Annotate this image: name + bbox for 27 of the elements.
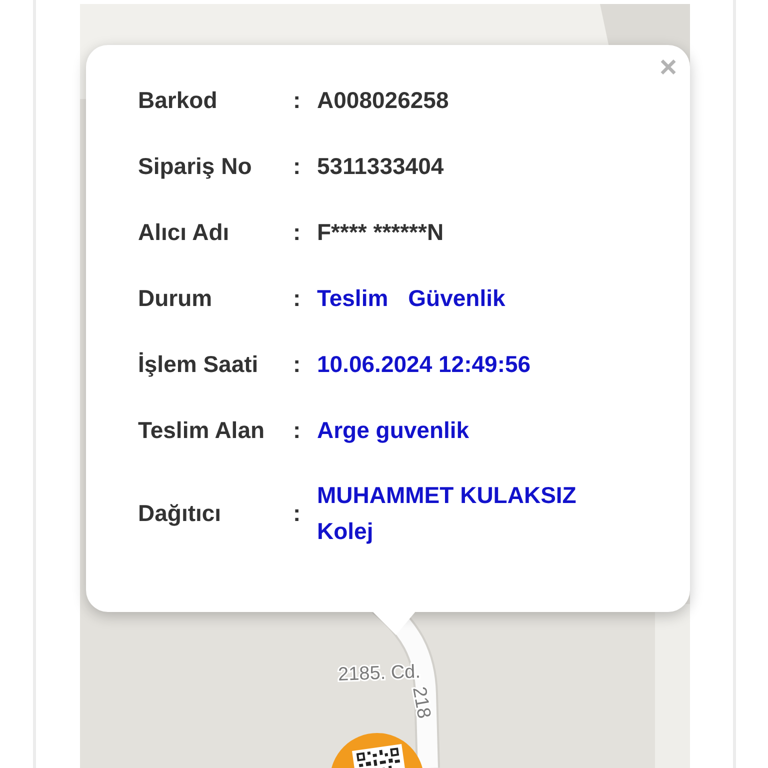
field-value: Güvenlik	[408, 284, 506, 313]
separator: :	[292, 86, 302, 115]
field-value: MUHAMMET KULAKSIZ	[317, 481, 578, 510]
field-label: Durum	[138, 284, 214, 313]
field-value: A008026258	[317, 86, 449, 115]
field-value: 5311333404	[317, 152, 444, 181]
field-label: Sipariş No	[138, 152, 253, 181]
field-value: 10.06.2024 12:49:56	[317, 350, 531, 379]
street-label: 218	[408, 685, 434, 720]
separator: :	[292, 350, 302, 379]
separator: :	[292, 498, 302, 528]
field-value: Kolej	[317, 517, 374, 546]
qr-code-marker-icon[interactable]	[330, 733, 424, 768]
separator: :	[292, 284, 302, 313]
street-label: 2185. Cd.	[338, 662, 421, 686]
field-label: Teslim Alan	[138, 416, 266, 445]
field-label: Dağıtıcı	[138, 498, 222, 528]
close-button[interactable]: ×	[655, 51, 681, 85]
field-label: Barkod	[138, 86, 218, 115]
separator: :	[292, 218, 302, 247]
field-value: F**** ******N	[317, 218, 444, 247]
field-value: Arge guvenlik	[317, 416, 470, 445]
field-value: Teslim	[317, 284, 388, 313]
field-label: Alıcı Adı	[138, 218, 230, 247]
separator: :	[292, 416, 302, 445]
field-label: İşlem Saati	[138, 350, 260, 379]
separator: :	[292, 152, 302, 181]
